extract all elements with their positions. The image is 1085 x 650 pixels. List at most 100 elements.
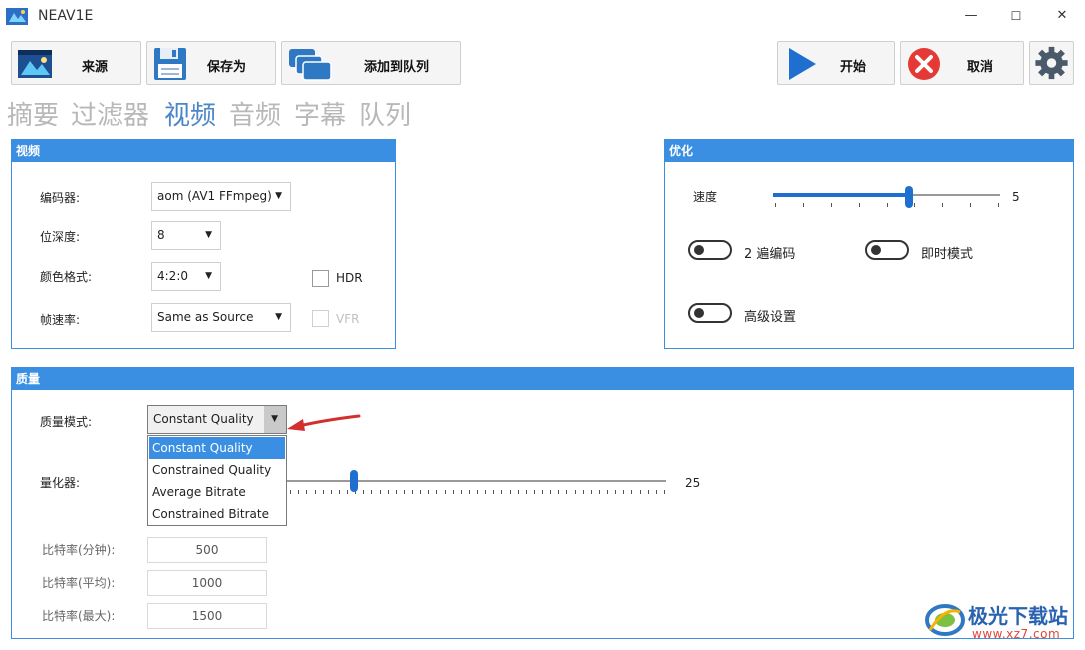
slider-tick <box>558 490 560 494</box>
cancel-button-label: 取消 <box>967 60 994 75</box>
slider-tick <box>468 490 470 494</box>
framerate-select[interactable]: Same as Source ▼ <box>151 303 291 332</box>
tab-audio[interactable]: 音频 <box>229 95 281 132</box>
watermark-logo-icon <box>925 604 965 636</box>
tab-filters[interactable]: 过滤器 <box>71 95 149 132</box>
bitdepth-value: 8 <box>157 228 165 242</box>
encoder-value: aom (AV1 FFmpeg) <box>157 189 272 203</box>
slider-tick <box>598 490 600 494</box>
quality-mode-label: 质量模式: <box>40 415 93 429</box>
hdr-checkbox[interactable] <box>312 270 329 287</box>
speed-slider[interactable] <box>773 186 1000 210</box>
watermark-url: www.xz7.com <box>972 627 1061 641</box>
tab-queue[interactable]: 队列 <box>359 95 411 132</box>
save-disk-icon <box>154 48 186 80</box>
slider-tick <box>802 203 804 207</box>
window-title: NEAV1E <box>38 8 94 24</box>
framerate-value: Same as Source <box>157 310 254 324</box>
save-as-button[interactable]: 保存为 <box>146 41 276 85</box>
dropdown-option-average-bitrate[interactable]: Average Bitrate <box>149 481 285 503</box>
bitdepth-select[interactable]: 8 ▼ <box>151 221 221 250</box>
watermark-name: 极光下载站 <box>968 604 1068 628</box>
cancel-button[interactable]: 取消 <box>900 41 1024 85</box>
slider-tick <box>420 490 422 494</box>
add-to-queue-button[interactable]: 添加到队列 <box>281 41 461 85</box>
cancel-x-icon <box>908 48 940 80</box>
play-icon <box>789 48 816 80</box>
tab-video[interactable]: 视频 <box>164 95 216 132</box>
tab-subtitles[interactable]: 字幕 <box>294 95 346 132</box>
slider-tick <box>886 203 888 207</box>
slider-tick <box>525 490 527 494</box>
encoder-select[interactable]: aom (AV1 FFmpeg) ▼ <box>151 182 291 211</box>
slider-tick <box>775 203 776 207</box>
slider-tick <box>477 490 479 494</box>
slider-tick <box>550 490 552 494</box>
bitrate-min-input[interactable]: 500 <box>147 537 267 563</box>
slider-tick <box>460 490 462 494</box>
slider-tick <box>942 203 944 207</box>
speed-slider-thumb[interactable] <box>905 186 914 208</box>
tab-summary[interactable]: 摘要 <box>7 95 59 132</box>
bitrate-avg-input[interactable]: 1000 <box>147 570 267 596</box>
slider-tick <box>830 203 832 207</box>
app-logo-icon <box>6 8 28 25</box>
maximize-button[interactable]: ☐ <box>993 0 1039 32</box>
bitrate-avg-label: 比特率(平均): <box>42 576 116 590</box>
title-bar: NEAV1E — ☐ ✕ <box>0 0 1085 32</box>
chevron-down-icon: ▼ <box>205 271 212 281</box>
quality-mode-select[interactable]: Constant Quality ▼ <box>147 405 287 434</box>
toggle-knob <box>694 245 704 255</box>
framerate-label: 帧速率: <box>40 313 81 327</box>
slider-tick <box>501 490 503 494</box>
video-group-title: 视频 <box>12 140 395 162</box>
settings-button[interactable] <box>1029 41 1074 85</box>
bitrate-max-label: 比特率(最大): <box>42 609 116 623</box>
encoder-label: 编码器: <box>40 191 81 205</box>
slider-tick <box>858 203 860 207</box>
quantizer-slider-thumb[interactable] <box>350 470 358 492</box>
slider-tick <box>428 490 430 494</box>
source-button[interactable]: 来源 <box>11 41 141 85</box>
queue-stack-icon <box>289 49 332 81</box>
slider-tick <box>607 490 609 494</box>
slider-tick <box>298 490 300 494</box>
slider-tick <box>647 490 649 494</box>
slider-tick <box>290 490 292 494</box>
slider-tick <box>664 490 665 494</box>
close-button[interactable]: ✕ <box>1039 0 1085 32</box>
color-format-label: 颜色格式: <box>40 270 93 284</box>
chevron-down-icon: ▼ <box>275 191 282 201</box>
chevron-down-icon: ▼ <box>271 414 278 424</box>
dropdown-option-constrained-bitrate[interactable]: Constrained Bitrate <box>149 503 285 525</box>
slider-tick <box>306 490 308 494</box>
advanced-settings-label: 高级设置 <box>744 310 797 325</box>
slider-tick <box>623 490 625 494</box>
dropdown-option-constant-quality[interactable]: Constant Quality <box>149 437 285 459</box>
slider-tick <box>395 490 397 494</box>
quality-mode-value: Constant Quality <box>153 412 254 426</box>
slider-tick <box>574 490 576 494</box>
bitrate-max-input[interactable]: 1500 <box>147 603 267 629</box>
slider-tick <box>363 490 365 494</box>
slider-tick <box>403 490 405 494</box>
minimize-button[interactable]: — <box>948 0 994 32</box>
add-to-queue-button-label: 添加到队列 <box>364 60 430 75</box>
realtime-toggle[interactable] <box>865 240 909 260</box>
dropdown-option-constrained-quality[interactable]: Constrained Quality <box>149 459 285 481</box>
quantizer-label: 量化器: <box>40 476 81 490</box>
two-pass-label: 2 遍编码 <box>744 247 796 262</box>
start-button[interactable]: 开始 <box>777 41 895 85</box>
speed-label: 速度 <box>693 190 718 204</box>
slider-tick <box>566 490 568 494</box>
chevron-down-icon: ▼ <box>275 312 282 322</box>
slider-tick <box>517 490 519 494</box>
color-format-select[interactable]: 4:2:0 ▼ <box>151 262 221 291</box>
slider-tick <box>590 490 592 494</box>
vfr-checkbox[interactable] <box>312 310 329 327</box>
two-pass-toggle[interactable] <box>688 240 732 260</box>
slider-tick <box>338 490 340 494</box>
optimization-group-title: 优化 <box>665 140 1073 162</box>
advanced-settings-toggle[interactable] <box>688 303 732 323</box>
bitrate-min-label: 比特率(分钟): <box>42 543 116 557</box>
